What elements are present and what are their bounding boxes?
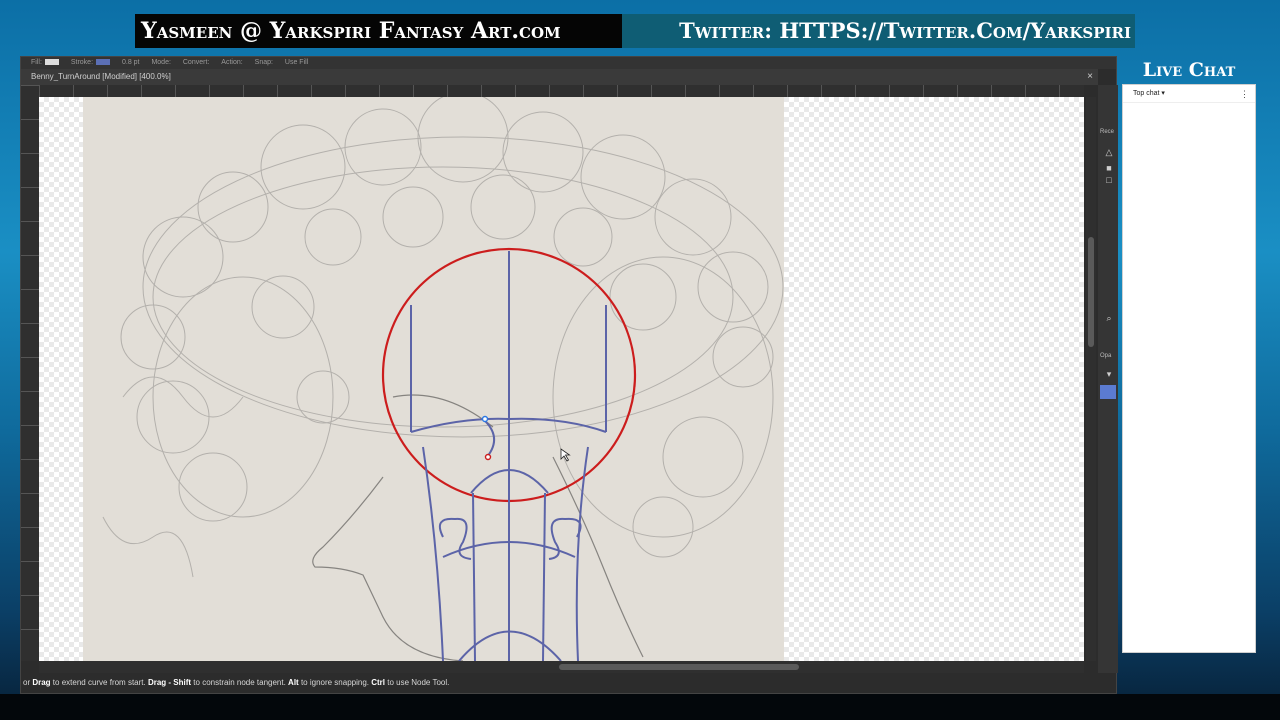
document-canvas[interactable] <box>39 97 1084 661</box>
top-chat-dropdown[interactable]: Top chat ▾ <box>1133 90 1165 97</box>
live-chat-panel: Top chat ▾ ⋮ <box>1122 84 1256 653</box>
bezier-node <box>481 415 489 423</box>
color-swatch[interactable] <box>1100 385 1116 399</box>
close-icon[interactable]: × <box>1084 70 1096 84</box>
reference-artwork <box>83 97 784 661</box>
vertical-scroll-thumb[interactable] <box>1088 237 1094 347</box>
stroke-swatch-icon[interactable] <box>96 59 111 66</box>
status-key-shift: Shift <box>173 678 192 687</box>
triangle-icon[interactable]: △ <box>1104 147 1114 157</box>
status-text-2: to extend curve from start. <box>50 678 148 687</box>
horizontal-ruler <box>39 85 1084 97</box>
studio-panel-strip: Rece △ ■ □ ⌕ Opa ▾ <box>1098 85 1118 673</box>
chat-header: Top chat ▾ ⋮ <box>1123 85 1255 103</box>
recent-label: Rece <box>1100 129 1115 135</box>
vertical-scrollbar[interactable] <box>1086 97 1096 661</box>
snap-label: Snap: <box>254 59 273 66</box>
fill-label: Fill: <box>31 59 42 66</box>
horizontal-scrollbar[interactable] <box>39 661 1084 673</box>
status-key-alt: Alt <box>288 678 299 687</box>
status-key-ctrl: Ctrl <box>371 678 385 687</box>
status-text-3: to constrain node tangent. <box>191 678 289 687</box>
dropdown-icon[interactable]: ▾ <box>1104 369 1114 379</box>
bottom-letterbox <box>0 694 1280 720</box>
context-toolbar: Fill: Stroke: 0.8 pt Mode: Convert: Acti… <box>21 57 1116 69</box>
swatch-black-icon[interactable]: ■ <box>1104 163 1114 173</box>
channel-banner-text: Yasmeen @ Yarkspiri Fantasy Art.com <box>141 18 561 44</box>
document-tab-title: Benny_TurnAround [Modified] [400.0%] <box>31 72 171 81</box>
opacity-label: Opa <box>1100 353 1112 359</box>
twitter-banner: Twitter: HTTPS://Twitter.Com/Yarkspiri <box>622 14 1135 48</box>
document-tab[interactable]: Benny_TurnAround [Modified] [400.0%] <box>21 69 1098 85</box>
action-label: Action: <box>221 59 243 66</box>
channel-banner: Yasmeen @ Yarkspiri Fantasy Art.com <box>135 14 622 48</box>
horizontal-scroll-thumb[interactable] <box>559 664 799 670</box>
chat-menu-icon[interactable]: ⋮ <box>1240 85 1249 103</box>
affinity-designer-window: Fill: Stroke: 0.8 pt Mode: Convert: Acti… <box>20 56 1118 694</box>
zoom-icon[interactable]: ⌕ <box>1104 313 1114 323</box>
status-bar: or Drag to extend curve from start. Drag… <box>21 673 1116 693</box>
status-text-5: to use Node Tool. <box>385 678 450 687</box>
status-text-1: or <box>23 678 33 687</box>
vertical-ruler <box>21 85 39 661</box>
swatch-white-icon[interactable]: □ <box>1104 175 1114 185</box>
fill-swatch-icon[interactable] <box>44 59 59 66</box>
stroke-label: Stroke: <box>70 59 94 66</box>
convert-label: Convert: <box>182 59 210 66</box>
curve-end-node <box>484 453 492 461</box>
mode-label: Mode: <box>151 59 171 66</box>
twitter-banner-text: Twitter: HTTPS://Twitter.Com/Yarkspiri <box>679 18 1131 43</box>
live-chat-title: Live Chat <box>1142 59 1236 81</box>
status-key-drag-2: Drag <box>147 678 167 687</box>
use-fill-checkbox[interactable]: Use Fill <box>285 57 308 69</box>
status-text-4: to ignore snapping. <box>298 678 372 687</box>
status-key-drag: Drag <box>32 678 51 687</box>
stroke-width-value[interactable]: 0.8 pt <box>122 57 140 69</box>
